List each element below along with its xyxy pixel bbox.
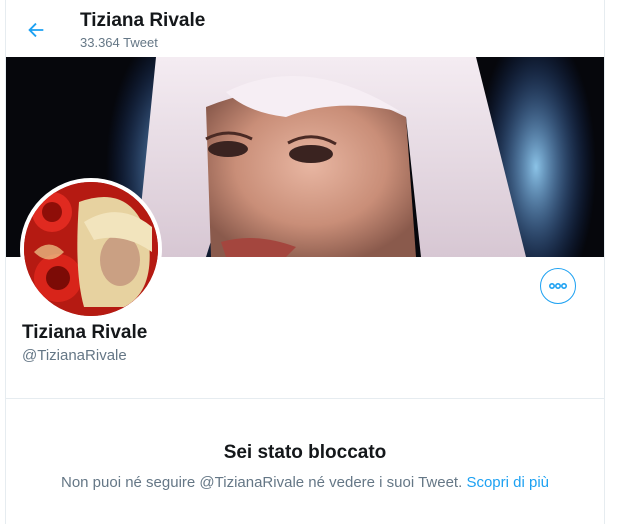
profile-column: Tiziana Rivale 33.364 Tweet Tiziana Riva…	[5, 0, 605, 524]
profile-display-name: Tiziana Rivale	[22, 322, 148, 343]
profile-header-bar: Tiziana Rivale 33.364 Tweet	[6, 0, 604, 57]
learn-more-link[interactable]: Scopri di più	[466, 474, 549, 491]
section-divider	[6, 398, 604, 399]
blocked-message: Non puoi né seguire @TizianaRivale né ve…	[6, 474, 604, 491]
more-options-button[interactable]	[540, 268, 576, 304]
header-profile-name: Tiziana Rivale	[80, 10, 206, 31]
blocked-message-text: Non puoi né seguire @TizianaRivale né ve…	[60, 474, 463, 491]
header-tweet-count: 33.364 Tweet	[80, 35, 158, 50]
arrow-left-icon	[28, 22, 44, 38]
profile-avatar[interactable]	[20, 178, 162, 320]
more-dots-icon	[548, 283, 568, 290]
profile-handle: @TizianaRivale	[22, 347, 127, 364]
avatar-photo	[24, 182, 158, 316]
blocked-title: Sei stato bloccato	[223, 442, 387, 463]
back-button[interactable]	[18, 12, 54, 48]
